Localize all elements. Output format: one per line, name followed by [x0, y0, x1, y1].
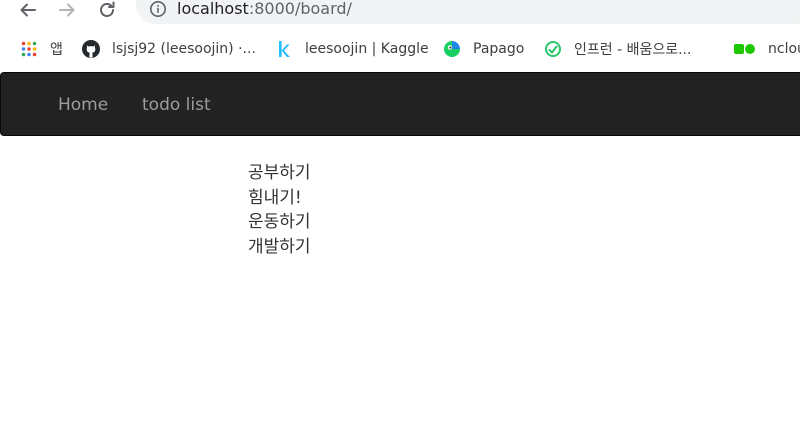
- forward-arrow-icon: [59, 3, 75, 17]
- bookmark-inflearn[interactable]: 인프런 - 배움으로...: [544, 37, 691, 61]
- bookmark-label: Papago: [473, 41, 525, 57]
- kaggle-icon: [275, 40, 293, 58]
- bookmark-label: 앱: [50, 42, 63, 58]
- bookmark-label: 인프런 - 배움으로...: [574, 42, 692, 58]
- site-info-icon[interactable]: [149, 0, 167, 18]
- reload-icon: [100, 1, 115, 17]
- apps-icon: [20, 40, 38, 58]
- bookmark-kaggle[interactable]: leesoojin | Kaggle: [275, 37, 429, 61]
- papago-icon: [443, 40, 461, 58]
- reload-button[interactable]: [95, 0, 119, 20]
- ncloud-icon: [734, 40, 756, 58]
- nav-link-home[interactable]: Home: [58, 95, 108, 115]
- inflearn-icon: [544, 40, 562, 58]
- todo-list: 공부하기 힘내기! 운동하기 개발하기: [248, 161, 311, 259]
- github-icon: [82, 40, 100, 58]
- todo-item: 개발하기: [248, 236, 311, 257]
- bookmark-papago[interactable]: Papago: [443, 37, 524, 61]
- bookmark-label: leesoojin | Kaggle: [305, 41, 429, 57]
- forward-button[interactable]: [55, 0, 79, 20]
- back-arrow-icon: [20, 3, 36, 17]
- url-path: :8000/board/: [248, 0, 352, 18]
- bookmark-apps[interactable]: 앱: [20, 37, 63, 61]
- bookmark-label: nclou: [768, 41, 800, 57]
- bookmark-label: lsjsj92 (leesoojin) ·...: [112, 41, 256, 57]
- todo-item: 힘내기!: [248, 187, 302, 208]
- todo-item: 공부하기: [248, 163, 311, 183]
- back-button[interactable]: [16, 0, 40, 20]
- browser-toolbar: localhost:8000/board/: [0, 0, 800, 24]
- browser-chrome: localhost:8000/board/ 앱 lsjsj92 (leesooj…: [0, 0, 800, 72]
- nav-link-todo-list[interactable]: todo list: [142, 95, 211, 115]
- bookmark-ncloud[interactable]: nclou: [734, 37, 800, 61]
- bookmarks-bar: 앱 lsjsj92 (leesoojin) ·... leesoojin | K…: [0, 33, 800, 65]
- site-navbar: Home todo list: [0, 72, 800, 136]
- todo-item: 운동하기: [248, 212, 311, 232]
- url-host: localhost: [177, 0, 249, 18]
- bookmark-github[interactable]: lsjsj92 (leesoojin) ·...: [82, 37, 256, 61]
- url-text[interactable]: localhost:8000/board/: [177, 0, 352, 20]
